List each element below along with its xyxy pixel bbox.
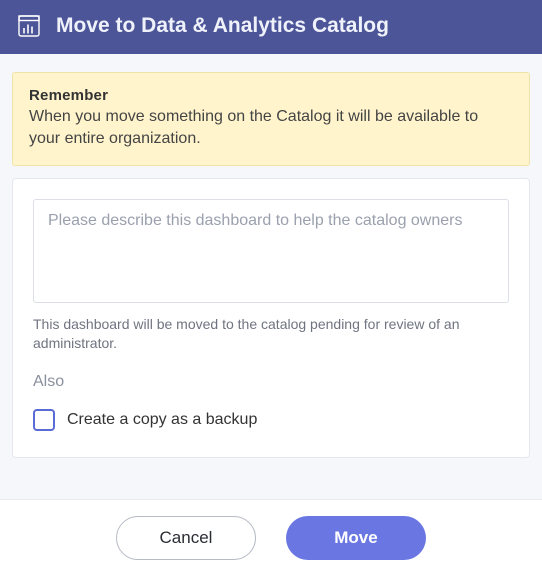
dialog-header: Move to Data & Analytics Catalog: [0, 0, 542, 54]
backup-checkbox-row: Create a copy as a backup: [33, 409, 509, 431]
dialog-footer: Cancel Move: [0, 499, 542, 576]
pending-note: This dashboard will be moved to the cata…: [33, 315, 509, 353]
dialog-title: Move to Data & Analytics Catalog: [56, 14, 389, 38]
form-panel: This dashboard will be moved to the cata…: [12, 178, 530, 458]
also-label: Also: [33, 373, 509, 391]
warning-text: When you move something on the Catalog i…: [29, 106, 513, 149]
description-input[interactable]: [33, 199, 509, 303]
dialog-body: Remember When you move something on the …: [0, 54, 542, 499]
backup-checkbox[interactable]: [33, 409, 55, 431]
move-button[interactable]: Move: [286, 516, 426, 560]
warning-title: Remember: [29, 87, 513, 104]
backup-checkbox-label: Create a copy as a backup: [67, 411, 257, 429]
warning-banner: Remember When you move something on the …: [12, 72, 530, 166]
chart-icon: [18, 15, 40, 37]
move-to-catalog-dialog: Move to Data & Analytics Catalog Remembe…: [0, 0, 542, 576]
cancel-button[interactable]: Cancel: [116, 516, 256, 560]
